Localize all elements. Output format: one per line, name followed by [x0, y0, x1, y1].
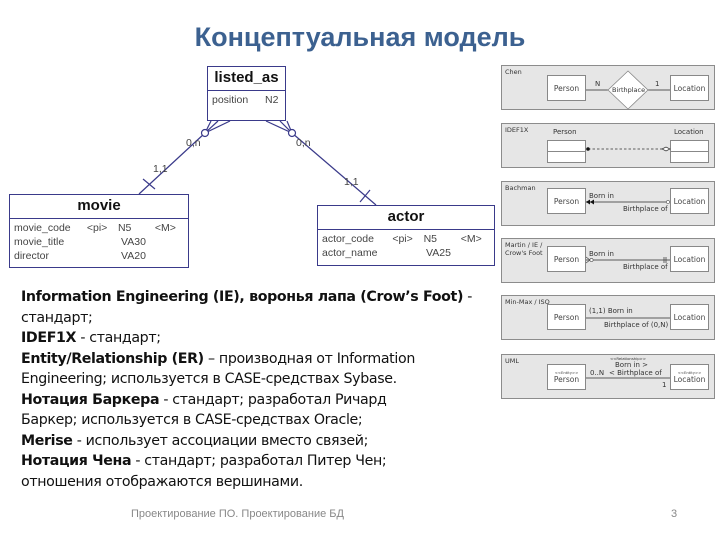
- text-line: стандарт;: [21, 308, 491, 329]
- attr-name: movie_title: [14, 236, 65, 248]
- min-max-connector: [586, 317, 670, 319]
- text: -: [463, 289, 473, 305]
- entity-listed-as[interactable]: listed_as position N2: [207, 66, 286, 121]
- attr-type: VA20: [121, 250, 146, 262]
- label-born-in: (1,1) Born in: [589, 307, 633, 315]
- attribute-row: movie_code <pi> N5 <M>: [14, 221, 184, 235]
- text: Баркер; используется в CASE-средствах Or…: [21, 412, 363, 428]
- attr-type: N5: [117, 222, 132, 234]
- attr-name: actor_code: [322, 233, 374, 245]
- notation-panel-uml: UML <<Entity>> Person <<Entity>> Locatio…: [501, 354, 715, 399]
- bold-term: (Crow’s Foot): [355, 289, 464, 305]
- text: – производная от Information: [203, 350, 415, 367]
- label-birthplace-of: Birthplace of: [623, 205, 668, 213]
- bold-term: Merise: [21, 432, 73, 449]
- attr-type: VA30: [121, 236, 146, 248]
- text-line: Баркер; используется в CASE-средствах Or…: [21, 410, 491, 431]
- attr-key: <pi>: [392, 233, 413, 245]
- attr-type: VA25: [426, 247, 451, 259]
- text: Engineering; используется в CASE-средств…: [21, 371, 397, 387]
- attr-type: N2: [265, 94, 279, 106]
- label-born-in: Born in >: [615, 361, 648, 369]
- notation-panel-bachman: Bachman Person Location Born in Birthpla…: [501, 181, 715, 226]
- cardinality-listed-movie: 0,n: [186, 137, 201, 149]
- idef1x-connector: [586, 146, 671, 152]
- entity-box-person: Person: [547, 75, 586, 101]
- cardinality-actor: 1,1: [344, 176, 359, 188]
- entity-name: actor: [318, 206, 494, 230]
- attr-name: position: [212, 94, 249, 106]
- bold-term: Нотация Баркера: [21, 391, 160, 408]
- attribute-row: position N2: [212, 93, 281, 107]
- cardinality-1: 1: [655, 80, 660, 88]
- entity-actor[interactable]: actor actor_code <pi> N5 <M> actor_name …: [317, 205, 495, 266]
- notation-panel-min-max: Min-Max / ISO Person Location (1,1) Born…: [501, 295, 715, 340]
- text-line: IDEF1X - стандарт;: [21, 328, 491, 349]
- label-born-in: Born in: [589, 250, 614, 258]
- attribute-row: actor_code <pi> N5 <M>: [322, 232, 490, 246]
- attr-key: [394, 246, 426, 260]
- attr-type: N5: [423, 233, 438, 245]
- notation-panel-chen: Chen Person Birthplace N 1 Location: [501, 65, 715, 110]
- cardinality-n: N: [595, 80, 601, 88]
- text-line: Entity/Relationship (ER) – производная о…: [21, 349, 491, 370]
- bold-term: Information Engineering (IE),: [21, 289, 250, 305]
- text-line: Нотация Чена - стандарт; разработал Пите…: [21, 451, 491, 472]
- attr-mandatory: <M>: [154, 222, 176, 234]
- text-line: Merise - использует ассоциации вместо св…: [21, 431, 491, 452]
- text: отношения отображаются вершинами.: [21, 473, 303, 490]
- attribute-row: movie_title VA30: [14, 235, 184, 249]
- text: - стандарт; разработал Ричард: [159, 391, 387, 408]
- bold-term: воронья лапа: [249, 289, 356, 305]
- bold-term: Entity/Relationship (ER): [21, 350, 204, 367]
- notation-description: Information Engineering (IE), воронья ла…: [21, 287, 491, 492]
- text: - использует ассоциации вместо связей;: [72, 432, 369, 449]
- notation-panel-idef1x: IDEF1X Person Location: [501, 123, 715, 168]
- page-number: 3: [671, 508, 678, 520]
- entity-movie[interactable]: movie movie_code <pi> N5 <M> movie_title…: [9, 194, 189, 268]
- attribute-row: actor_name VA25: [322, 246, 490, 260]
- optional-circle-left: [200, 128, 210, 138]
- attr-name: director: [14, 250, 50, 262]
- label-birthplace-of: < Birthplace of: [609, 369, 662, 377]
- text-line: Engineering; используется в CASE-средств…: [21, 369, 491, 390]
- crows-foot-connector: [585, 256, 670, 264]
- text-line: отношения отображаются вершинами.: [21, 472, 491, 493]
- text: - стандарт; разработал Питер Чен;: [131, 453, 387, 469]
- relationship-name: Birthplace: [612, 86, 646, 94]
- attr-name: actor_name: [322, 247, 378, 259]
- attr-mandatory: <M>: [460, 233, 482, 245]
- label-birthplace-of: Birthplace of (0,N): [604, 321, 669, 329]
- diamond-marker: [661, 146, 671, 152]
- cardinality-listed-actor: 0,n: [296, 137, 311, 149]
- footer-text: Проектирование ПО. Проектирование БД: [131, 508, 344, 520]
- cardinality-1: 1: [662, 381, 667, 389]
- bold-term: IDEF1X: [21, 330, 77, 346]
- notation-panel-crows-foot: Martin / IE / Crow's Foot Person Locatio…: [501, 238, 715, 283]
- er-diagram: 0,n 1,1 0,n 1,1 listed_as position N2 mo…: [0, 0, 500, 280]
- attr-key: [89, 249, 121, 263]
- text-line: Information Engineering (IE), воронья ла…: [21, 287, 491, 308]
- entity-name: movie: [10, 195, 188, 219]
- uml-connector: [586, 377, 670, 379]
- attr-key: <pi>: [86, 222, 108, 234]
- attr-key: [89, 235, 121, 249]
- label-birthplace-of: Birthplace of: [623, 263, 668, 271]
- label-born-in: Born in: [589, 192, 614, 200]
- text: - стандарт;: [76, 330, 161, 346]
- bold-term: Нотация Чена: [21, 453, 132, 469]
- crowfoot-left-c: [204, 120, 231, 134]
- attr-name: movie_code: [14, 222, 71, 234]
- entity-box-location: Location: [670, 75, 709, 101]
- entity-name: listed_as: [208, 67, 285, 91]
- cardinality-movie: 1,1: [153, 163, 168, 175]
- attribute-row: director VA20: [14, 249, 184, 263]
- text: стандарт;: [21, 309, 93, 326]
- cardinality-0-n: 0..N: [590, 369, 605, 377]
- bachman-connector: [586, 199, 670, 205]
- text-line: Нотация Баркера - стандарт; разработал Р…: [21, 390, 491, 411]
- optional-circle-right: [287, 128, 297, 138]
